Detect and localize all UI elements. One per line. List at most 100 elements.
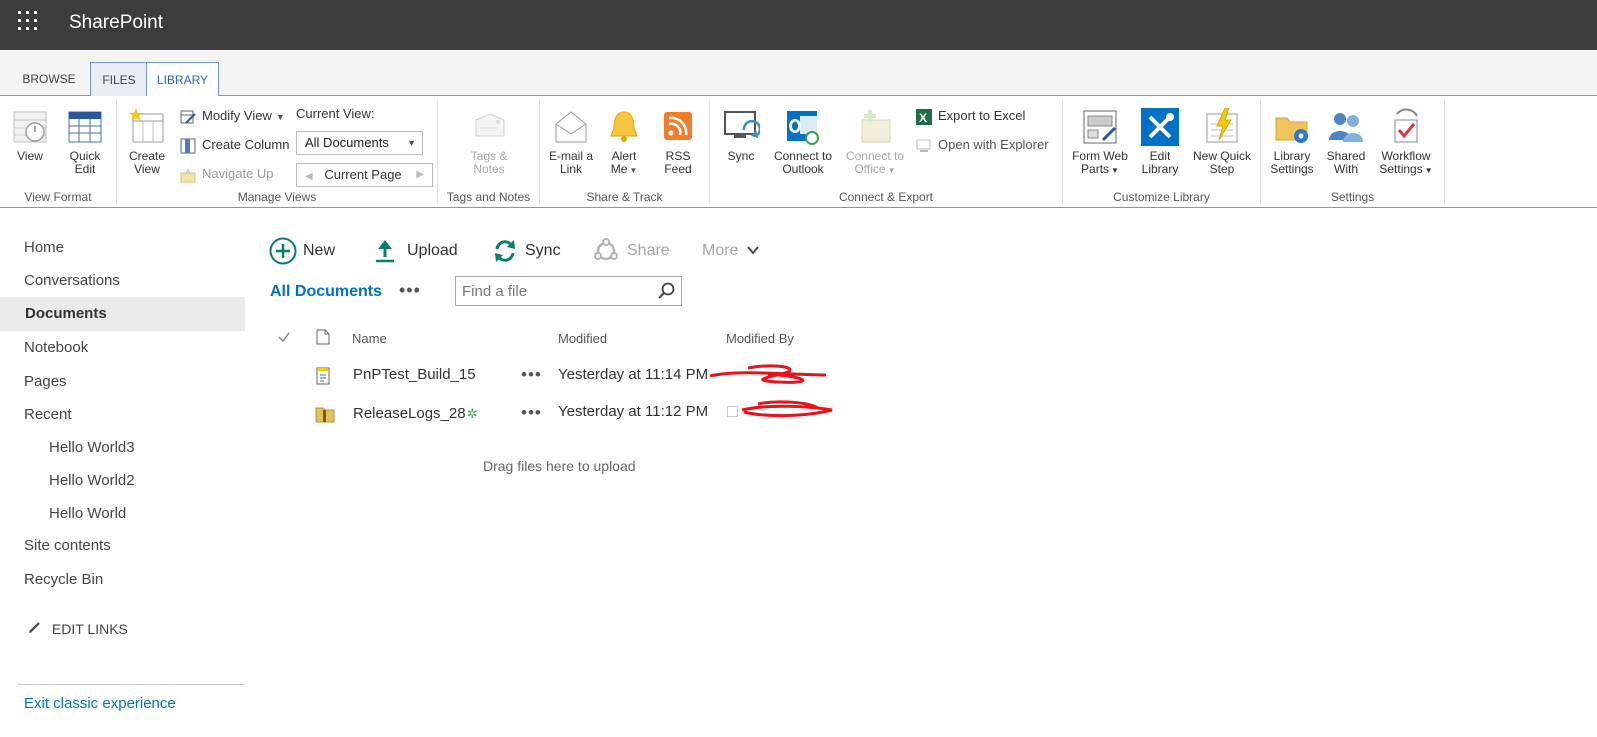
nav-item-hello-world2[interactable]: Hello World2 [0, 464, 245, 498]
nav-divider [18, 684, 245, 685]
create-column-button[interactable]: Create Column [180, 134, 289, 156]
group-view-format: View Quick Edit View Format [0, 100, 117, 204]
ribbon-body: View Quick Edit View Format Create View … [0, 96, 1597, 208]
upload-command[interactable]: Upload [373, 236, 458, 266]
new-label: New [303, 242, 336, 259]
quick-edit-button[interactable]: Quick Edit [62, 108, 108, 176]
tab-browse[interactable]: BROWSE [14, 62, 84, 96]
modify-view-label: Modify View [202, 108, 272, 123]
column-header-name[interactable]: Name [352, 331, 387, 346]
rss-feed-label: RSS Feed [664, 149, 692, 176]
nav-item-recent[interactable]: Recent [0, 398, 245, 432]
nav-item-hello-world3[interactable]: Hello World3 [0, 431, 245, 465]
nav-item-home[interactable]: Home [0, 231, 245, 265]
column-header-modified[interactable]: Modified [558, 331, 607, 346]
share-command[interactable]: Share [593, 236, 670, 266]
group-label-view-format: View Format [24, 190, 92, 204]
app-launcher-icon[interactable] [18, 11, 40, 33]
edit-library-icon [1141, 108, 1179, 146]
create-view-button[interactable]: Create View [123, 108, 171, 176]
edit-library-label: Edit Library [1141, 149, 1179, 176]
view-options-button[interactable]: ••• [399, 280, 421, 301]
connect-outlook-label: Connect to Outlook [773, 149, 833, 176]
nav-item-recycle-bin[interactable]: Recycle Bin [0, 563, 245, 597]
excel-icon: X [916, 108, 932, 125]
rss-feed-button[interactable]: RSS Feed [656, 108, 700, 176]
edit-library-button[interactable]: Edit Library [1137, 108, 1183, 176]
workflow-icon [1387, 108, 1425, 146]
current-page-pager[interactable]: ◀ Current Page ▶ [296, 163, 433, 187]
nav-item-site-contents[interactable]: Site contents [0, 529, 245, 563]
nav-item-hello-world[interactable]: Hello World [0, 497, 245, 531]
create-view-icon [128, 108, 166, 146]
upload-label: Upload [407, 242, 458, 259]
prev-page-icon[interactable]: ◀ [305, 171, 313, 182]
quick-step-icon [1203, 107, 1241, 146]
library-settings-icon [1273, 108, 1311, 146]
nav-item-conversations[interactable]: Conversations [0, 264, 245, 298]
workflow-settings-button[interactable]: Workflow Settings ▼ [1375, 108, 1437, 177]
modify-view-button[interactable]: Modify View ▼ [180, 105, 285, 127]
exit-classic-link[interactable]: Exit classic experience [24, 695, 176, 712]
redaction-scribble [741, 400, 833, 418]
email-link-label: E-mail a Link [548, 149, 593, 176]
quick-edit-icon [66, 108, 104, 146]
navigate-up-icon [180, 167, 196, 183]
tab-files[interactable]: FILES [90, 62, 147, 96]
edit-links-button[interactable]: EDIT LINKS [28, 620, 128, 637]
file-name-link[interactable]: PnPTest_Build_15 [353, 366, 476, 383]
tags-notes-label: Tags & Notes [470, 149, 508, 176]
row-more-button[interactable]: ••• [521, 365, 542, 385]
view-switcher[interactable]: All Documents [270, 283, 382, 301]
sync-command[interactable]: Sync [491, 236, 561, 266]
open-explorer-button[interactable]: Open with Explorer [916, 134, 1049, 156]
email-link-button[interactable]: E-mail a Link [546, 108, 596, 176]
tags-notes-button[interactable]: Tags & Notes [462, 108, 516, 176]
sync-label: Sync [525, 242, 561, 259]
navigate-up-label: Navigate Up [202, 166, 274, 181]
form-web-parts-button[interactable]: Form Web Parts ▼ [1069, 108, 1131, 177]
group-label-customize-library: Customize Library [1113, 190, 1210, 204]
new-command[interactable]: New [269, 236, 335, 266]
ribbon-tabstrip: BROWSE FILES LIBRARY [0, 50, 1597, 97]
current-view-label: Current View: [296, 106, 375, 121]
navigate-up-button[interactable]: Navigate Up [180, 163, 274, 185]
more-label: More [702, 242, 739, 259]
row-more-button[interactable]: ••• [521, 403, 542, 423]
library-settings-button[interactable]: Library Settings [1267, 108, 1317, 176]
create-view-label: Create View [128, 149, 166, 176]
connect-office-button[interactable]: Connect to Office ▼ [842, 108, 908, 177]
current-page-label: Current Page [324, 167, 402, 182]
connect-outlook-button[interactable]: Connect to Outlook [770, 108, 836, 176]
file-name-link[interactable]: ReleaseLogs_28 [353, 405, 466, 422]
plus-circle-icon [269, 237, 297, 265]
drop-zone-hint: Drag files here to upload [483, 458, 636, 474]
select-all-checkmark[interactable] [277, 330, 291, 349]
office-folder-icon [856, 108, 894, 146]
chevron-down-icon: ▼ [1111, 166, 1119, 175]
tab-library[interactable]: LIBRARY [146, 62, 219, 97]
column-header-modified-by[interactable]: Modified By [726, 331, 794, 346]
nav-item-pages[interactable]: Pages [0, 365, 245, 399]
shared-with-button[interactable]: Shared With [1323, 108, 1369, 176]
view-button[interactable]: View [8, 108, 52, 163]
nav-item-documents[interactable]: Documents [0, 297, 245, 331]
export-excel-button[interactable]: X Export to Excel [916, 105, 1025, 127]
nav-item-notebook[interactable]: Notebook [0, 331, 245, 365]
rss-icon [659, 108, 697, 146]
brand-title[interactable]: SharePoint [69, 12, 163, 34]
current-view-dropdown[interactable]: All Documents ▼ [296, 131, 423, 155]
next-page-icon[interactable]: ▶ [416, 164, 424, 186]
new-quick-step-button[interactable]: New Quick Step [1187, 107, 1257, 176]
group-manage-views: Create View Modify View ▼ Create Column N… [117, 100, 438, 204]
sync-ribbon-button[interactable]: Sync [720, 108, 762, 163]
new-item-icon: ✲ [467, 406, 478, 421]
more-command[interactable]: More [702, 236, 759, 266]
search-icon[interactable] [658, 282, 676, 305]
search-input[interactable] [462, 281, 652, 301]
group-connect-export: Sync Connect to Outlook Connect to Offic… [710, 100, 1063, 204]
modified-date: Yesterday at 11:12 PM [558, 403, 709, 420]
alert-me-button[interactable]: Alert Me ▼ [602, 108, 646, 177]
chevron-down-icon [747, 242, 759, 259]
suite-bar: SharePoint [0, 0, 1597, 50]
